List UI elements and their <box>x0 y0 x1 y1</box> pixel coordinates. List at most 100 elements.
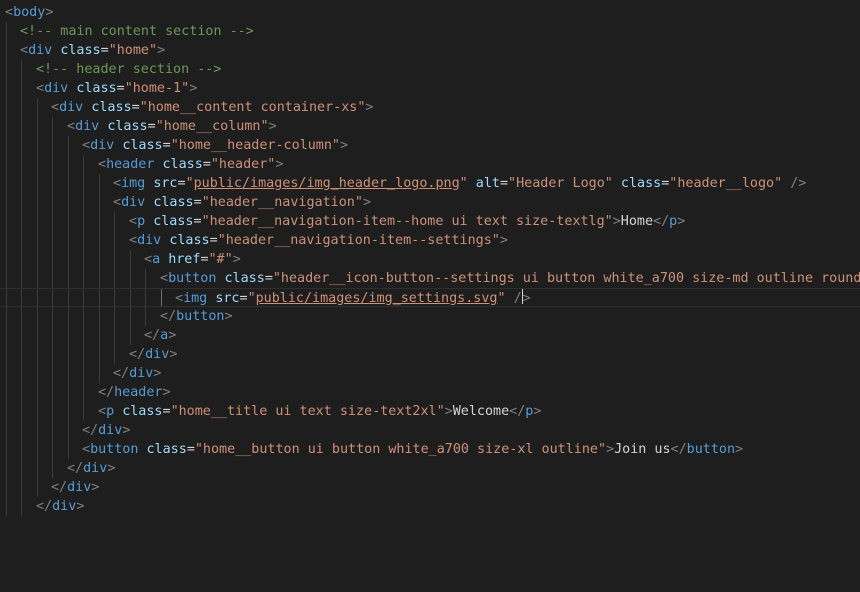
token-punct: > <box>275 157 284 172</box>
indent-guide <box>83 307 84 326</box>
token-string: "header__logo" <box>669 176 783 191</box>
code-line[interactable]: <div class="home"> <box>0 41 860 60</box>
code-line[interactable]: </a> <box>0 326 860 345</box>
code-line[interactable]: <!-- main content section --> <box>0 22 860 41</box>
token-tag: body <box>13 5 46 20</box>
code-line[interactable]: <a href="#"> <box>0 250 860 269</box>
token-punct: < <box>5 5 14 20</box>
indent-guide <box>99 289 100 306</box>
token-punct: > <box>677 214 686 229</box>
indent-guide <box>21 345 22 364</box>
token-tag: button <box>90 442 139 457</box>
code-line[interactable]: <button class="header__icon-button--sett… <box>0 269 860 288</box>
token-link[interactable]: public/images/img_header_logo.png <box>194 176 460 191</box>
code-line[interactable]: </div> <box>0 364 860 383</box>
code-line[interactable]: </div> <box>0 459 860 478</box>
token-string: "home__title ui text size-text2xl" <box>170 404 445 419</box>
indent-guide <box>114 326 115 345</box>
code-line[interactable]: <body> <box>0 3 860 22</box>
token-punct: </ <box>670 442 687 457</box>
token-attr: class <box>60 43 101 58</box>
indent-guide <box>21 402 22 421</box>
indent-guide <box>83 402 84 421</box>
indent-guide <box>130 250 131 269</box>
indent-guide <box>99 269 100 288</box>
indent-guide <box>37 459 38 478</box>
indent-guide <box>6 345 7 364</box>
indent-guide <box>99 326 100 345</box>
code-line[interactable]: <button class="home__button ui button wh… <box>0 440 860 459</box>
token-string: "home__button ui button white_a700 size-… <box>194 442 607 457</box>
code-line[interactable]: </div> <box>0 497 860 516</box>
indent-guide <box>52 440 53 459</box>
code-line[interactable]: <!-- header section --> <box>0 60 860 79</box>
code-line[interactable]: </button> <box>0 307 860 326</box>
code-line[interactable]: <div class="home-1"> <box>0 79 860 98</box>
indent-guide <box>114 250 115 269</box>
token-tag: button <box>168 271 217 286</box>
indent-guide <box>21 136 22 155</box>
indent-guide <box>68 155 69 174</box>
token-tag: header <box>106 157 155 172</box>
token-attr: class <box>162 157 203 172</box>
token-punct: < <box>113 195 122 210</box>
code-line[interactable]: <div class="home__header-column"> <box>0 136 860 155</box>
token-punct: > <box>268 119 277 134</box>
token-tag: div <box>59 100 84 115</box>
indent-guide <box>21 174 22 193</box>
token-punct: > <box>232 252 241 267</box>
code-line[interactable]: <div class="header__navigation-item--set… <box>0 231 860 250</box>
indent-guide <box>130 326 131 345</box>
indent-guide <box>68 289 69 306</box>
code-line[interactable]: </div> <box>0 345 860 364</box>
code-line[interactable]: <div class="home__content container-xs"> <box>0 98 860 117</box>
indent-guide <box>21 79 22 98</box>
indent-guide <box>145 307 146 326</box>
token-link[interactable]: public/images/img_settings.svg <box>256 291 498 306</box>
code-line[interactable]: </div> <box>0 478 860 497</box>
indent-guide <box>83 269 84 288</box>
code-line-active[interactable]: <img src="public/images/img_settings.svg… <box>0 288 860 307</box>
indent-guide <box>6 79 7 98</box>
token-punct: < <box>82 442 91 457</box>
code-line[interactable]: <p class="home__title ui text size-text2… <box>0 402 860 421</box>
indent-guide <box>114 307 115 326</box>
indent-guide <box>52 212 53 231</box>
token-text: Welcome <box>452 404 510 419</box>
token-attr: src <box>153 176 178 191</box>
indent-guide <box>68 231 69 250</box>
indent-guide <box>145 289 146 306</box>
indent-guide <box>52 307 53 326</box>
indent-guide <box>37 269 38 288</box>
token-attr: class <box>146 442 187 457</box>
code-line[interactable]: <div class="header__navigation"> <box>0 193 860 212</box>
code-line[interactable]: </div> <box>0 421 860 440</box>
code-editor[interactable]: <body> <!-- main content section --> <di… <box>0 0 860 529</box>
code-line[interactable]: <img src="public/images/img_header_logo.… <box>0 174 860 193</box>
token-punct: > <box>169 347 178 362</box>
indent-guide <box>6 250 7 269</box>
indent-guide <box>6 174 7 193</box>
token-attr: class <box>620 176 662 191</box>
indent-guide <box>52 364 53 383</box>
code-line[interactable]: <p class="header__navigation-item--home … <box>0 212 860 231</box>
code-line[interactable]: <div class="home__column"> <box>0 117 860 136</box>
token-tag: header <box>114 385 163 400</box>
code-line[interactable]: <header class="header"> <box>0 155 860 174</box>
indent-guide <box>6 155 7 174</box>
code-line[interactable]: </header> <box>0 383 860 402</box>
indent-guide <box>68 250 69 269</box>
token-string: "home__header-column" <box>170 138 340 153</box>
token-tag: p <box>106 404 115 419</box>
indent-guide <box>6 212 7 231</box>
indent-guide <box>52 117 53 136</box>
indent-guide <box>6 136 7 155</box>
indent-guide <box>37 307 38 326</box>
token-eq: = <box>131 100 140 115</box>
indent-guide <box>21 383 22 402</box>
indent-guide <box>99 364 100 383</box>
